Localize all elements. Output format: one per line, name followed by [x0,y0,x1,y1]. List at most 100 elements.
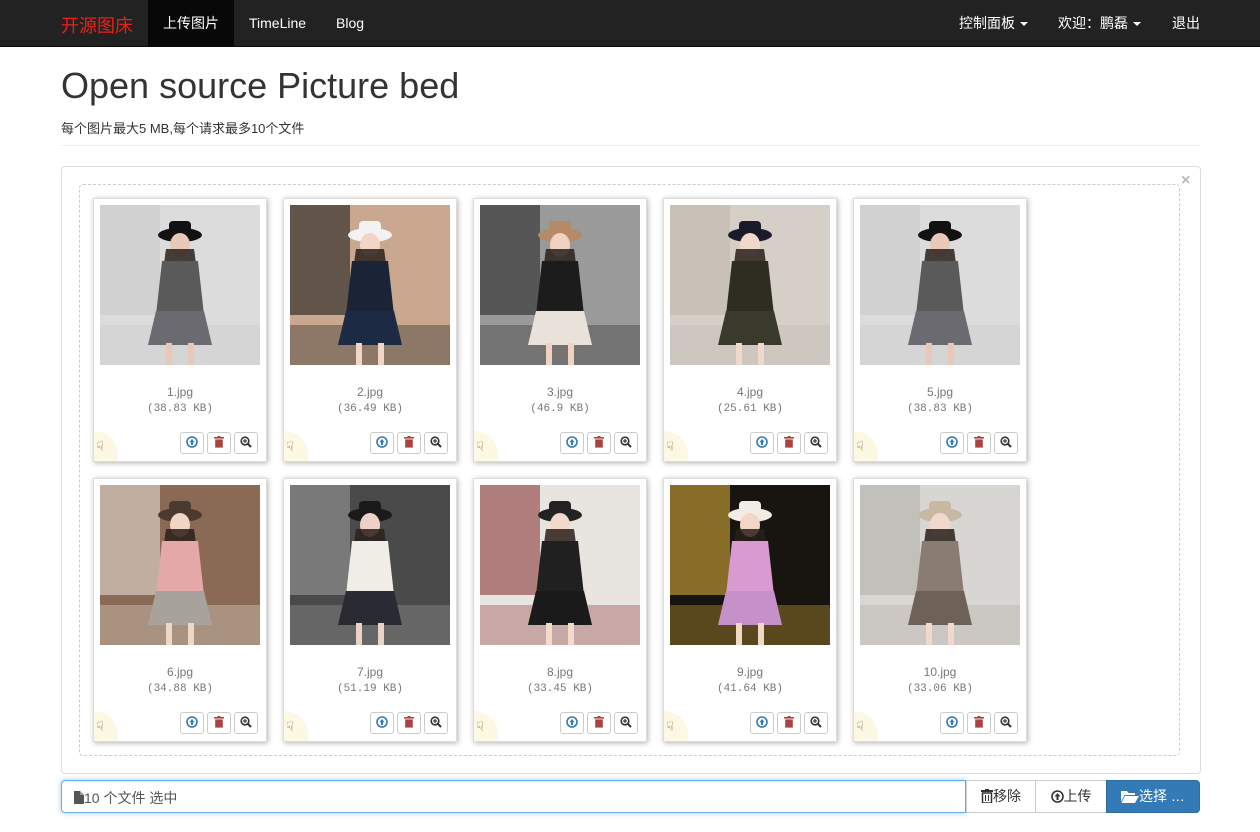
hand-point-icon: ☟ [666,719,674,734]
file-size: (33.45 KB) [526,683,593,695]
file-name: 7.jpg [356,665,384,679]
delete-file-button[interactable] [777,432,801,454]
file-icon [74,791,84,804]
drag-handle[interactable]: ☟ [94,431,118,461]
upload-file-button[interactable] [370,432,394,454]
delete-file-button[interactable] [207,712,231,734]
zoom-file-button[interactable] [234,712,258,734]
close-preview-icon[interactable]: × [1181,172,1190,190]
circle-arrow-up-icon [186,716,198,728]
preview-image[interactable] [480,205,640,365]
nav-upload[interactable]: 上传图片 [148,0,234,47]
hand-point-icon: ☟ [286,719,294,734]
zoom-in-icon [430,716,442,728]
file-size: (38.83 KB) [146,403,213,415]
preview-image[interactable] [100,485,260,645]
delete-file-button[interactable] [397,432,421,454]
zoom-file-button[interactable] [614,712,638,734]
preview-image[interactable] [100,205,260,365]
preview-image[interactable] [860,485,1020,645]
trash-icon [214,716,224,728]
preview-image[interactable] [290,485,450,645]
circle-arrow-up-icon [566,716,578,728]
nav-blog[interactable]: Blog [321,0,379,47]
zoom-in-icon [1000,436,1012,448]
drag-handle[interactable]: ☟ [284,711,308,741]
drag-handle[interactable]: ☟ [474,431,498,461]
preview-image[interactable] [480,485,640,645]
delete-file-button[interactable] [967,712,991,734]
control-panel-label: 控制面板 [959,15,1015,31]
preview-image[interactable] [670,485,830,645]
top-navbar: 开源图床 上传图片 TimeLine Blog 控制面板 欢迎：鹏磊 退出 [0,0,1260,47]
zoom-in-icon [240,436,252,448]
upload-file-button[interactable] [370,712,394,734]
remove-button[interactable]: 移除 [966,780,1036,813]
zoom-file-button[interactable] [804,432,828,454]
zoom-file-button[interactable] [424,712,448,734]
logout-link[interactable]: 退出 [1157,0,1215,47]
delete-file-button[interactable] [587,712,611,734]
zoom-file-button[interactable] [994,712,1018,734]
zoom-file-button[interactable] [424,432,448,454]
upload-file-button[interactable] [750,432,774,454]
zoom-file-button[interactable] [994,432,1018,454]
upload-file-button[interactable] [180,712,204,734]
delete-file-button[interactable] [777,712,801,734]
preview-image[interactable] [670,205,830,365]
browse-button[interactable]: 选择 … [1106,780,1200,813]
trash-icon [594,436,604,448]
circle-arrow-up-icon [1050,790,1064,803]
zoom-file-button[interactable] [804,712,828,734]
preview-image[interactable] [290,205,450,365]
zoom-file-button[interactable] [614,432,638,454]
file-input-group: 10 个文件 选中 移除 上传 选择 … [61,780,1200,813]
upload-file-button[interactable] [940,712,964,734]
hand-point-icon: ☟ [286,439,294,454]
upload-file-button[interactable] [940,432,964,454]
zoom-file-button[interactable] [234,432,258,454]
zoom-in-icon [620,436,632,448]
caret-down-icon [1020,22,1028,27]
trash-icon [404,436,414,448]
brand-logo[interactable]: 开源图床 [61,12,133,38]
circle-arrow-up-icon [186,436,198,448]
upload-button[interactable]: 上传 [1035,780,1107,813]
user-dropdown[interactable]: 欢迎：鹏磊 [1043,0,1156,47]
drag-handle[interactable]: ☟ [854,711,878,741]
remove-label: 移除 [993,788,1021,804]
preview-image[interactable] [860,205,1020,365]
file-preview-thumb: 7.jpg (51.19 KB) ☟ [283,478,457,742]
drag-handle[interactable]: ☟ [664,711,688,741]
upload-file-button[interactable] [560,712,584,734]
drag-handle[interactable]: ☟ [94,711,118,741]
file-size: (46.9 KB) [530,403,590,415]
upload-file-button[interactable] [180,432,204,454]
upload-file-button[interactable] [750,712,774,734]
caret-down-icon [1133,22,1141,27]
file-name: 2.jpg [356,385,384,399]
delete-file-button[interactable] [207,432,231,454]
nav-timeline[interactable]: TimeLine [234,0,321,47]
drag-handle[interactable]: ☟ [664,431,688,461]
delete-file-button[interactable] [967,432,991,454]
upload-file-button[interactable] [560,432,584,454]
file-name: 6.jpg [166,665,194,679]
trash-icon [981,789,993,804]
upload-label: 上传 [1063,788,1092,804]
drag-handle[interactable]: ☟ [284,431,308,461]
delete-file-button[interactable] [587,432,611,454]
hand-point-icon: ☟ [856,439,864,454]
file-preview-thumb: 1.jpg (38.83 KB) ☟ [93,198,267,462]
zoom-in-icon [620,716,632,728]
file-preview-thumb: 5.jpg (38.83 KB) ☟ [853,198,1027,462]
delete-file-button[interactable] [397,712,421,734]
circle-arrow-up-icon [756,436,768,448]
trash-icon [974,716,984,728]
hand-point-icon: ☟ [666,439,674,454]
control-panel-dropdown[interactable]: 控制面板 [944,0,1043,47]
drag-handle[interactable]: ☟ [854,431,878,461]
hand-point-icon: ☟ [96,719,104,734]
file-caption[interactable]: 10 个文件 选中 [61,780,966,813]
drag-handle[interactable]: ☟ [474,711,498,741]
